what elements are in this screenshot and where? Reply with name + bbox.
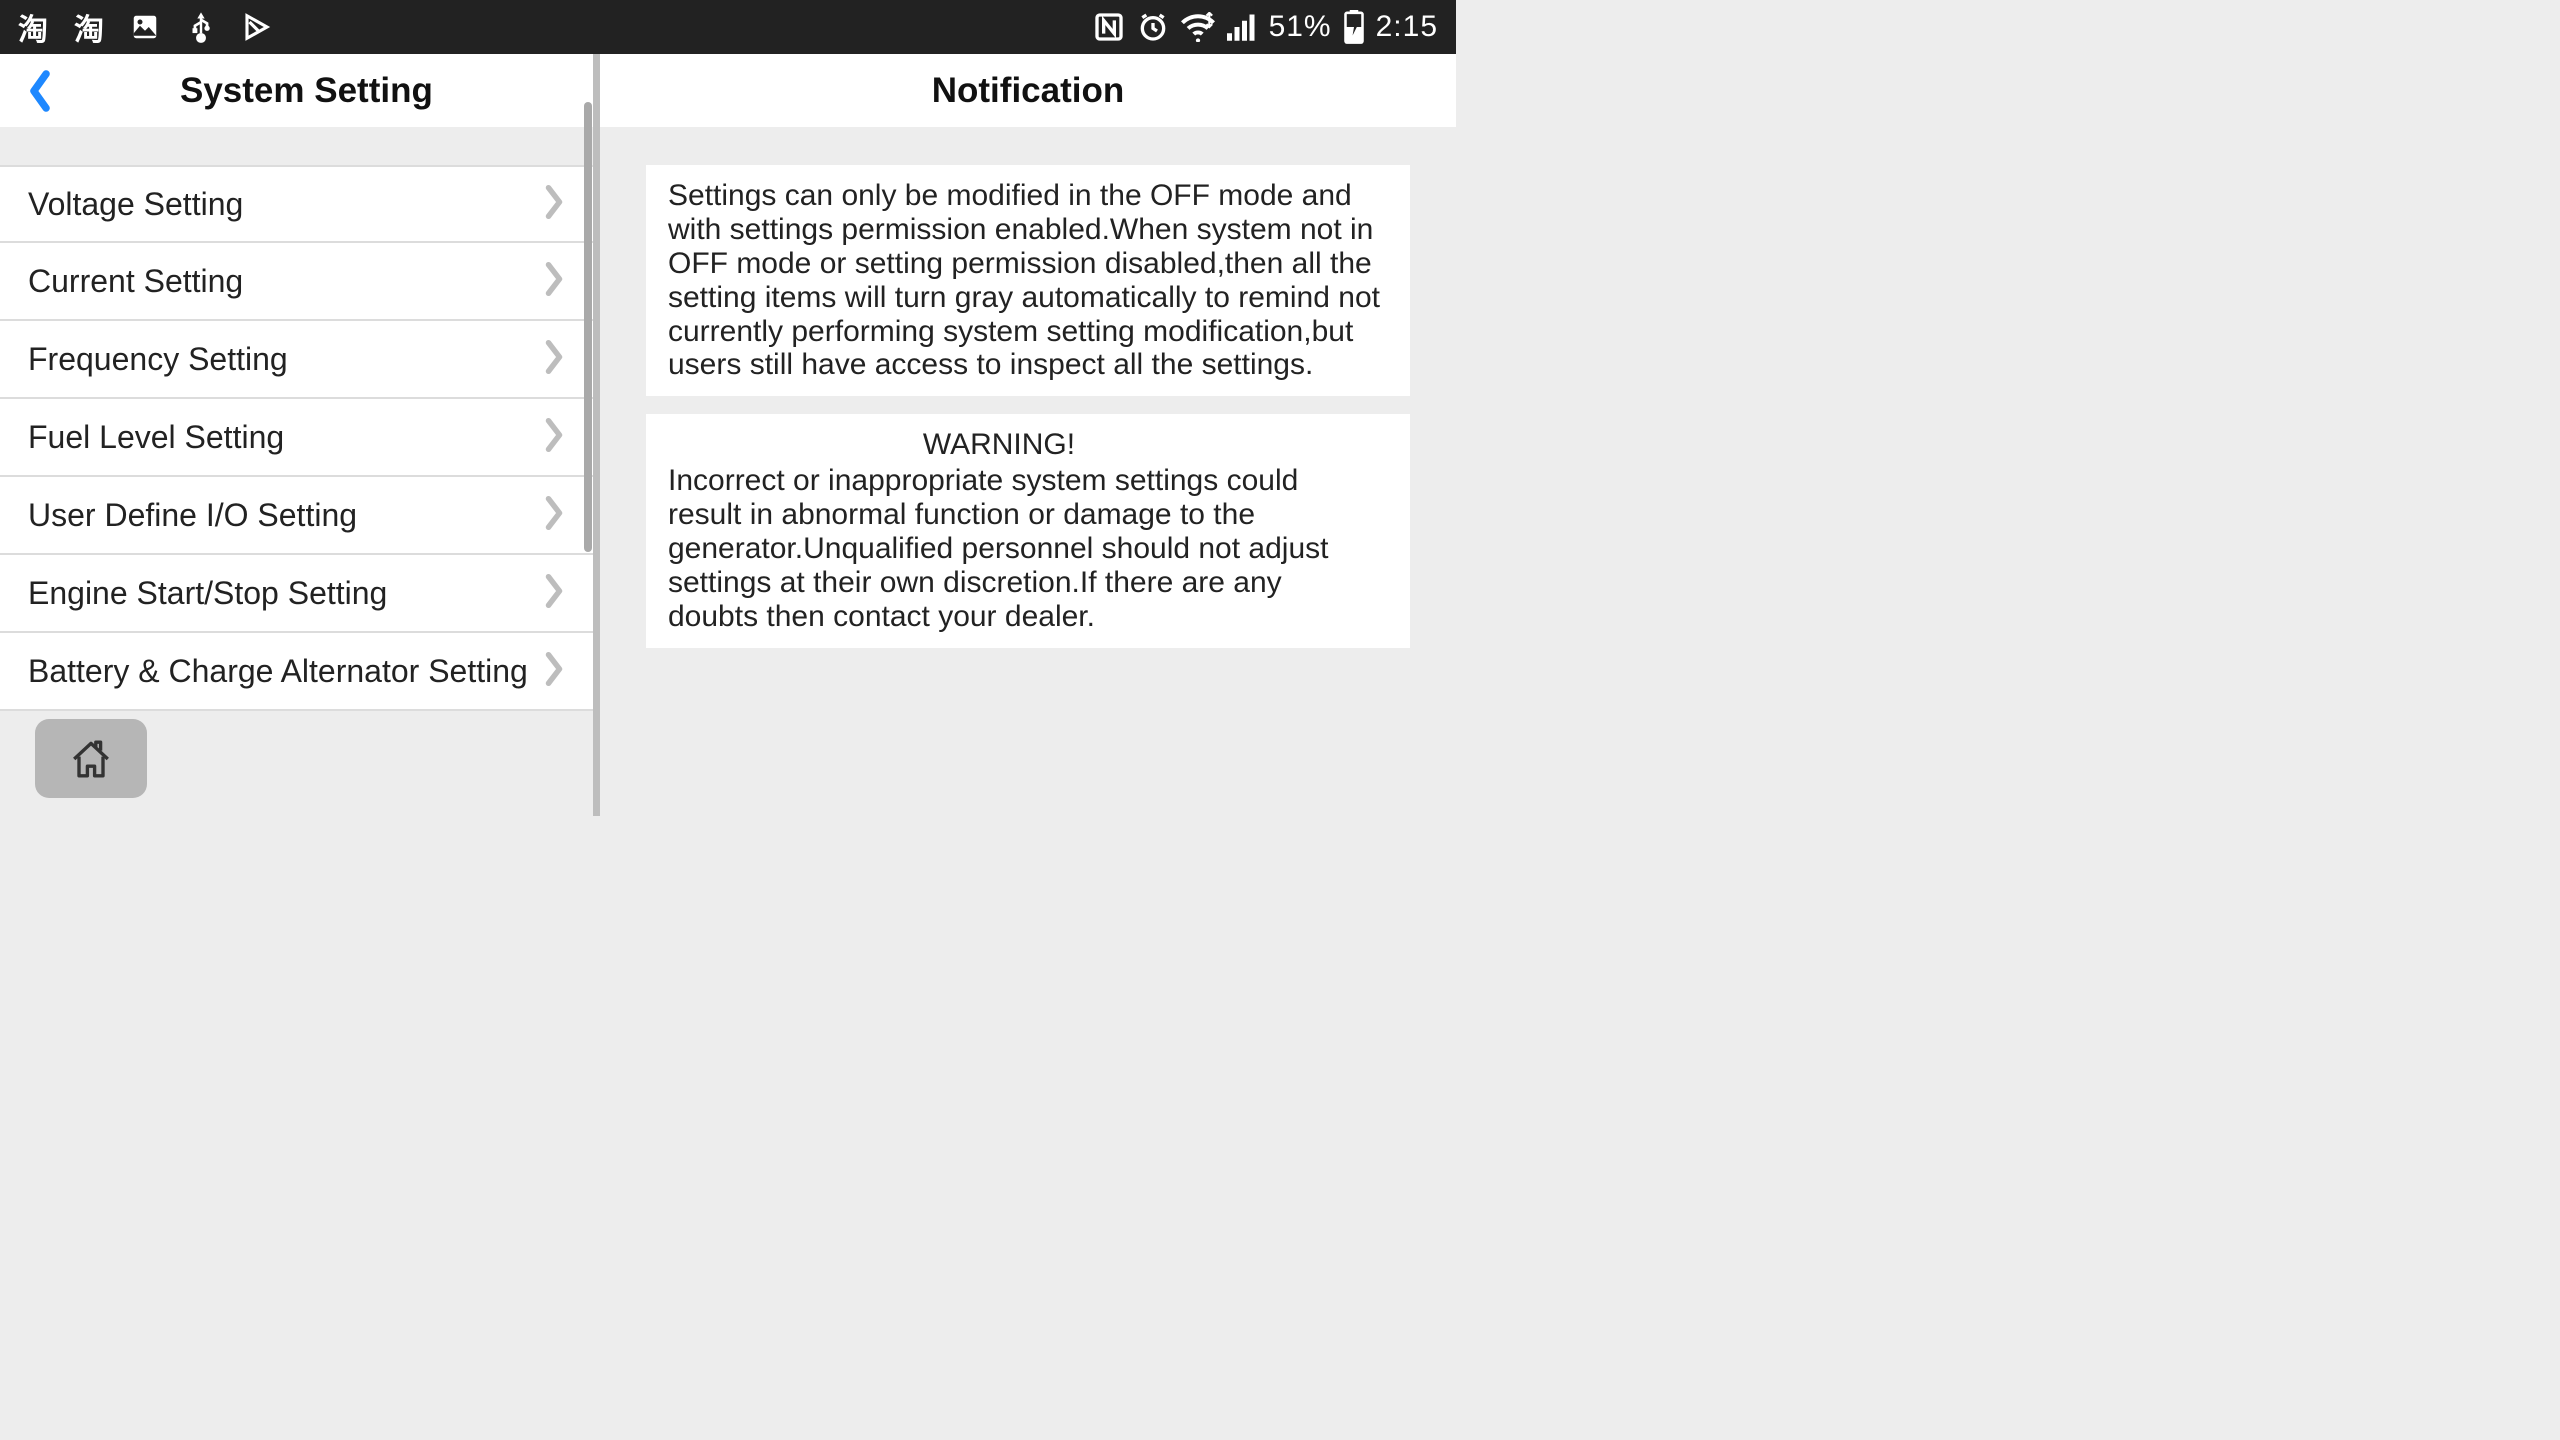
wifi-icon <box>1181 12 1215 42</box>
menu-item-label: Voltage Setting <box>28 186 243 223</box>
menu-item-frequency-setting[interactable]: Frequency Setting <box>0 321 593 399</box>
menu-item-battery-charge-alternator-setting[interactable]: Battery & Charge Alternator Setting <box>0 633 593 711</box>
chevron-right-icon <box>543 416 565 459</box>
right-header: Notification <box>600 54 1456 127</box>
warning-text: Incorrect or inappropriate system settin… <box>668 464 1328 633</box>
scrollbar-thumb[interactable] <box>584 102 592 552</box>
back-button[interactable] <box>20 66 60 116</box>
chevron-right-icon <box>543 572 565 615</box>
battery-percent: 51% <box>1269 10 1332 44</box>
notification-title: Notification <box>932 71 1124 111</box>
menu-item-user-define-io-setting[interactable]: User Define I/O Setting <box>0 477 593 555</box>
play-store-icon <box>242 12 272 42</box>
notification-pane: Notification Settings can only be modifi… <box>600 54 1456 816</box>
notice-text-box: Settings can only be modified in the OFF… <box>646 165 1410 396</box>
menu-item-label: Current Setting <box>28 263 243 300</box>
status-left-icons: 淘 淘 <box>18 5 272 49</box>
chevron-right-icon <box>543 183 565 226</box>
android-status-bar: 淘 淘 51% 2:15 <box>0 0 1456 54</box>
usb-icon <box>186 10 216 44</box>
menu-item-label: Engine Start/Stop Setting <box>28 575 387 612</box>
alarm-icon <box>1137 11 1169 43</box>
notice-text: Settings can only be modified in the OFF… <box>668 179 1380 381</box>
warning-box: WARNING! Incorrect or inappropriate syst… <box>646 414 1410 647</box>
clock-time: 2:15 <box>1376 10 1438 44</box>
battery-charging-icon <box>1344 10 1364 44</box>
chevron-right-icon <box>543 494 565 537</box>
taobao-icon: 淘 <box>18 5 48 49</box>
menu-item-voltage-setting[interactable]: Voltage Setting <box>0 165 593 243</box>
menu-item-label: Battery & Charge Alternator Setting <box>28 653 528 690</box>
spacer <box>0 127 593 165</box>
cellular-signal-icon <box>1227 13 1257 41</box>
menu-item-label: User Define I/O Setting <box>28 497 357 534</box>
chevron-right-icon <box>543 650 565 693</box>
chevron-right-icon <box>543 260 565 303</box>
settings-list-pane: System Setting Voltage Setting Current Se… <box>0 54 600 816</box>
warning-heading: WARNING! <box>668 428 1330 462</box>
taobao-icon: 淘 <box>74 5 104 49</box>
image-icon <box>130 12 160 42</box>
chevron-right-icon <box>543 338 565 381</box>
menu-item-current-setting[interactable]: Current Setting <box>0 243 593 321</box>
menu-item-fuel-level-setting[interactable]: Fuel Level Setting <box>0 399 593 477</box>
home-button[interactable] <box>35 719 147 798</box>
menu-item-label: Fuel Level Setting <box>28 419 284 456</box>
status-right-icons: 51% 2:15 <box>1093 10 1438 44</box>
menu-item-label: Frequency Setting <box>28 341 288 378</box>
nfc-icon <box>1093 11 1125 43</box>
page-title: System Setting <box>180 71 433 111</box>
menu-item-engine-start-stop-setting[interactable]: Engine Start/Stop Setting <box>0 555 593 633</box>
left-header: System Setting <box>0 54 593 127</box>
